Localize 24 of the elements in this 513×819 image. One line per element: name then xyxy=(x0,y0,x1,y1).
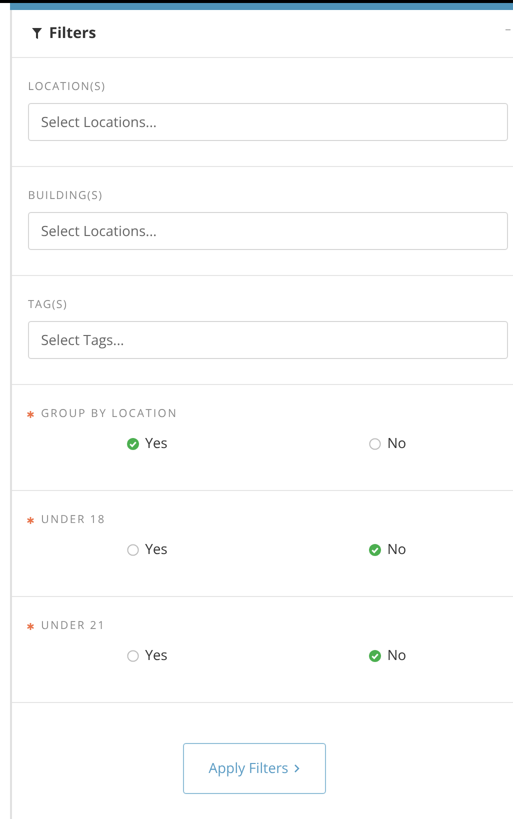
check-circle-icon xyxy=(127,438,140,450)
radio-option[interactable]: Yes xyxy=(127,433,168,454)
radio-option[interactable]: No xyxy=(369,433,406,454)
radio-option[interactable]: Yes xyxy=(127,645,168,666)
empty-circle-icon xyxy=(127,544,140,556)
field-label: BUILDING(S) xyxy=(28,189,104,203)
empty-circle-icon xyxy=(369,438,382,450)
question-label: GROUP BY LOCATION xyxy=(41,407,178,421)
radio-option[interactable]: No xyxy=(369,645,406,666)
field-label: LOCATION(S) xyxy=(28,80,107,94)
panel-title: Filters xyxy=(49,22,96,45)
question-label: UNDER 21 xyxy=(41,619,106,633)
filter-icon xyxy=(32,28,42,39)
chevron-right-icon xyxy=(294,764,300,773)
check-circle-icon xyxy=(369,650,382,662)
radio-option[interactable]: Yes xyxy=(127,539,168,560)
select-field[interactable]: Select Locations... xyxy=(28,103,508,141)
select-field[interactable]: Select Tags... xyxy=(28,321,508,359)
question-label: UNDER 18 xyxy=(41,513,106,527)
check-circle-icon xyxy=(369,544,382,556)
empty-circle-icon xyxy=(127,650,140,662)
radio-option[interactable]: No xyxy=(369,539,406,560)
select-field[interactable]: Select Locations... xyxy=(28,212,508,250)
field-label: TAG(S) xyxy=(28,298,69,312)
